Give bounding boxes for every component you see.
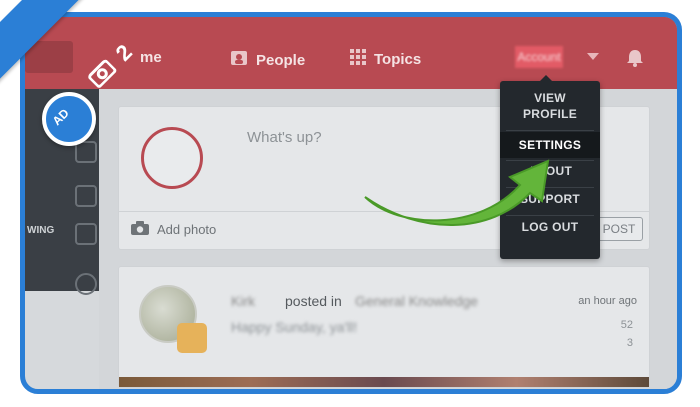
- post-text: Happy Sunday, ya'll!: [231, 319, 358, 335]
- post-timestamp: an hour ago: [578, 295, 637, 307]
- menu-divider: [506, 130, 594, 131]
- add-photo-label: Add photo: [157, 222, 217, 237]
- post-author[interactable]: Kirk: [231, 293, 255, 309]
- ad-logo: AD: [42, 92, 96, 146]
- composer-input[interactable]: What's up?: [247, 129, 322, 146]
- settings-arrow-icon: [364, 159, 550, 226]
- menu-view-line2: PROFILE: [522, 107, 578, 121]
- nav-topics[interactable]: Topics: [350, 49, 421, 69]
- user-menu-button[interactable]: Account: [515, 46, 563, 68]
- post-image-strip: [119, 377, 649, 387]
- ad-logo-text: AD: [49, 105, 72, 129]
- nav-home-label: me: [140, 49, 162, 66]
- menu-view-line1: VIEW: [534, 91, 566, 105]
- sidebar-icon-4[interactable]: [75, 273, 97, 295]
- sidebar-icon-3[interactable]: [75, 223, 97, 245]
- add-photo-button[interactable]: Add photo: [131, 221, 216, 238]
- camera-icon: [131, 221, 149, 238]
- post-verb: posted in: [285, 293, 342, 309]
- post-button[interactable]: POST: [595, 217, 643, 241]
- bell-icon[interactable]: [625, 48, 645, 73]
- post-topic[interactable]: General Knowledge: [355, 293, 478, 309]
- post-badge: [177, 323, 207, 353]
- screenshot-frame: me People Topics Account WING What's up?…: [20, 12, 682, 394]
- nav-people-label: People: [256, 51, 306, 69]
- feed-post-card: Kirk posted in General Knowledge an hour…: [118, 266, 650, 388]
- sidebar-following-label: WING: [27, 225, 55, 236]
- post-like-count[interactable]: 52: [621, 319, 633, 331]
- nav-home[interactable]: me: [140, 49, 162, 66]
- post-comment-count[interactable]: 3: [627, 337, 633, 349]
- chevron-down-icon[interactable]: [587, 53, 599, 60]
- menu-item-view-profile[interactable]: VIEW PROFILE: [500, 90, 600, 122]
- sidebar-icon-2[interactable]: [75, 185, 97, 207]
- topics-grid-icon: [350, 49, 366, 69]
- nav-people[interactable]: People: [230, 49, 305, 71]
- people-icon: [230, 49, 248, 71]
- avatar[interactable]: [141, 127, 203, 189]
- nav-topics-label: Topics: [374, 50, 422, 68]
